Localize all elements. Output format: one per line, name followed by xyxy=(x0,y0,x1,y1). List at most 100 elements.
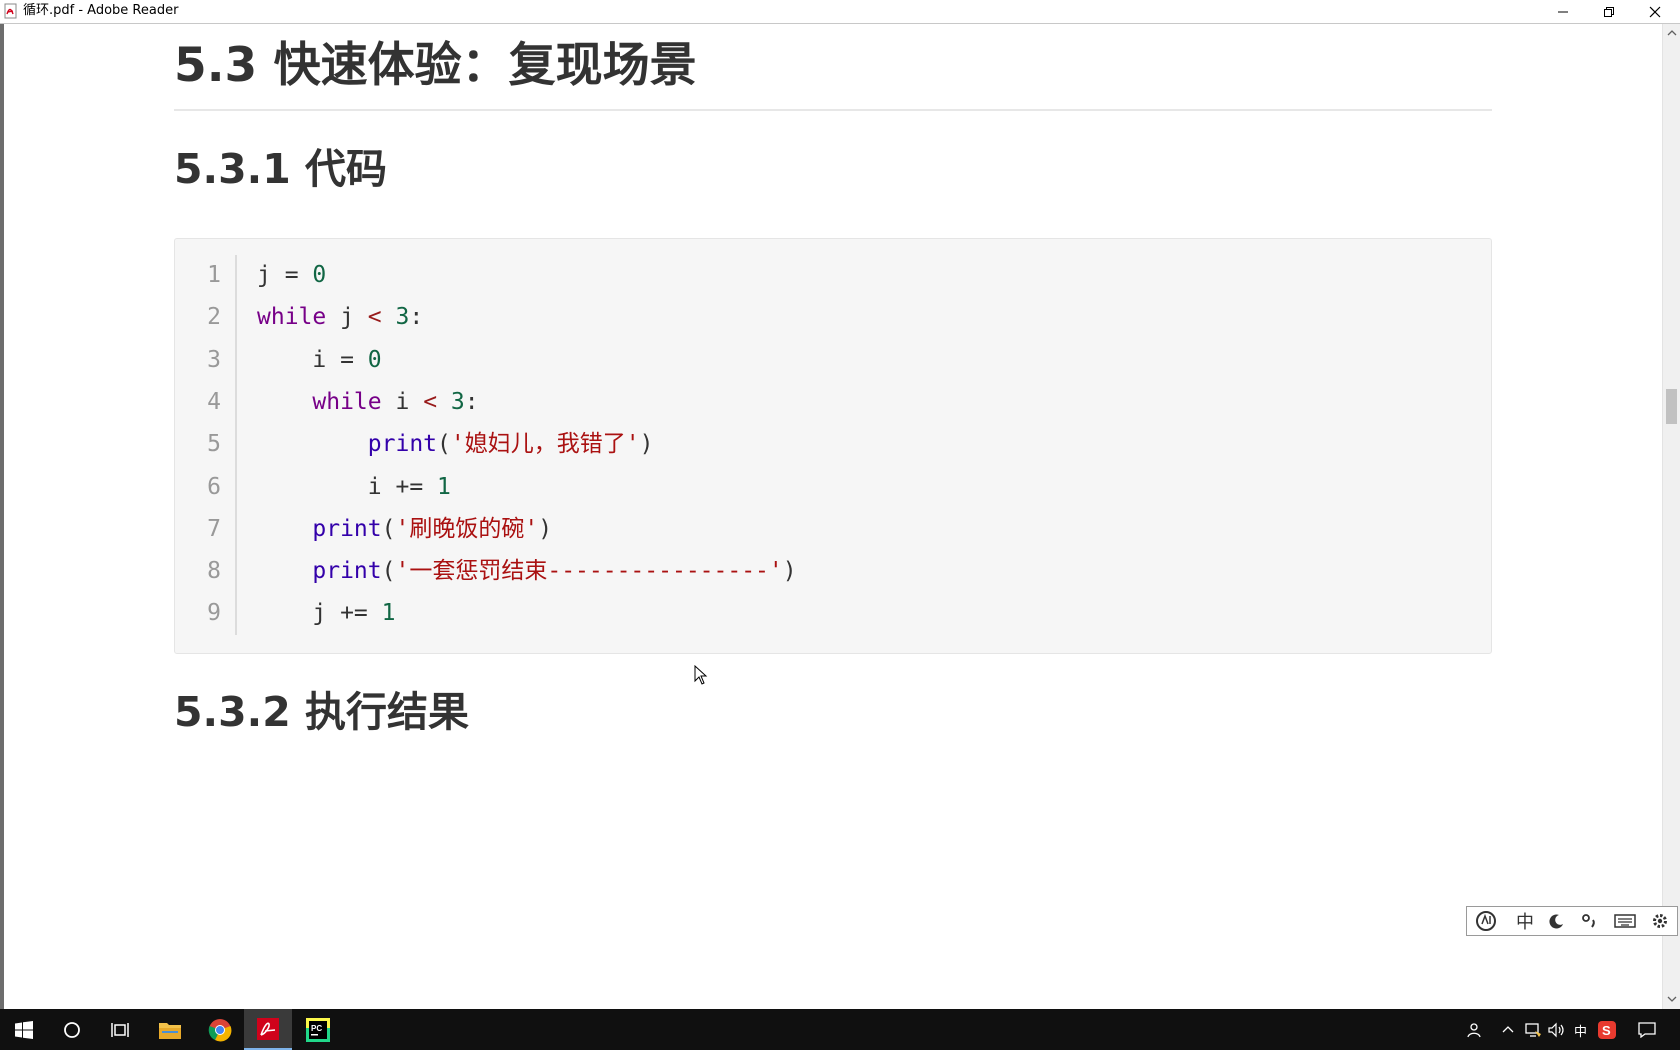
people-icon[interactable] xyxy=(1466,1022,1482,1038)
vertical-scrollbar[interactable] xyxy=(1662,24,1680,1009)
punctuation-icon[interactable] xyxy=(1581,913,1599,929)
code-token: = xyxy=(284,262,299,288)
code-token: 3 xyxy=(395,304,410,331)
code-token: while xyxy=(257,304,327,331)
task-view-button[interactable] xyxy=(96,1009,144,1050)
network-icon[interactable] xyxy=(1524,1022,1542,1038)
code-token: 0 xyxy=(367,346,382,373)
search-icon xyxy=(64,1021,80,1038)
code-token: j += xyxy=(257,600,382,627)
line-number: 4 xyxy=(207,388,221,415)
file-explorer-icon xyxy=(159,1022,181,1039)
start-icon xyxy=(15,1020,33,1039)
code-text: i += 1 xyxy=(257,466,451,508)
code-text: print('一套惩罚结束----------------') xyxy=(257,550,796,592)
code-text: j = 0 xyxy=(257,254,326,296)
mouse-cursor-icon xyxy=(694,665,708,685)
subsection-heading-result: 5.3.2 执行结果 xyxy=(174,688,470,736)
line-number: 6 xyxy=(207,473,221,500)
code-token: print xyxy=(312,558,382,585)
scroll-up-icon[interactable] xyxy=(1667,28,1677,38)
ime-mode-label[interactable]: 中 xyxy=(1516,908,1534,934)
code-token: ( xyxy=(381,558,396,585)
code-token: ( xyxy=(381,515,396,542)
code-text: print('刷晚饭的碗') xyxy=(257,508,552,550)
title-bar: 循环.pdf - Adobe Reader xyxy=(0,0,1680,24)
code-token: i = xyxy=(257,346,368,373)
code-token: < xyxy=(423,388,438,415)
subsection-heading-code: 5.3.1 代码 xyxy=(174,145,388,193)
minimize-icon xyxy=(1558,11,1568,12)
line-number: 8 xyxy=(207,558,221,585)
close-icon xyxy=(1649,6,1661,17)
code-token: j xyxy=(326,304,368,331)
tray-chevron-up-icon[interactable] xyxy=(1502,1024,1514,1034)
taskbar-pycharm[interactable]: PC xyxy=(294,1009,342,1050)
taskbar-chrome[interactable] xyxy=(196,1009,244,1050)
line-number: 3 xyxy=(207,346,221,373)
line-number: 2 xyxy=(207,304,221,331)
heading-divider xyxy=(174,109,1492,111)
search-button[interactable] xyxy=(48,1009,96,1050)
code-token: print xyxy=(312,515,382,542)
section-heading: 5.3 快速体验：复现场景 xyxy=(174,38,697,93)
code-token: i xyxy=(381,388,424,415)
pdf-document-view[interactable]: 5.3 快速体验：复现场景 5.3.1 代码 1 j = 0 2 while j < … xyxy=(0,24,1662,1009)
keyboard-icon[interactable] xyxy=(1614,914,1636,928)
code-text: while i < 3: xyxy=(257,381,479,423)
ime-toolbar[interactable]: 中 xyxy=(1466,906,1678,936)
code-text: i = 0 xyxy=(257,339,382,381)
code-token: : xyxy=(409,304,424,331)
code-token: 0 xyxy=(312,262,327,288)
code-token: '媳妇儿，我错了' xyxy=(450,431,640,458)
code-token: i += xyxy=(257,473,438,500)
close-button[interactable] xyxy=(1632,0,1678,23)
scrollbar-thumb[interactable] xyxy=(1666,389,1677,424)
code-text: while j < 3: xyxy=(257,296,423,338)
volume-icon[interactable] xyxy=(1548,1022,1566,1038)
start-button[interactable] xyxy=(0,1009,48,1050)
chrome-icon xyxy=(208,1018,232,1041)
svg-text:PC: PC xyxy=(311,1024,322,1033)
taskbar-file-explorer[interactable] xyxy=(146,1009,194,1050)
code-token: '一套惩罚结束----------------' xyxy=(395,558,783,585)
restore-icon xyxy=(1604,6,1614,17)
moon-icon[interactable] xyxy=(1549,913,1565,929)
code-token: < xyxy=(367,304,382,331)
tray-ime-label[interactable]: 中 xyxy=(1574,1021,1587,1040)
taskbar: PC 中 S xyxy=(0,1009,1680,1050)
line-number: 7 xyxy=(207,515,221,542)
notifications-icon[interactable] xyxy=(1638,1022,1656,1038)
code-token: print xyxy=(367,431,438,458)
scroll-down-icon[interactable] xyxy=(1667,994,1677,1004)
restore-button[interactable] xyxy=(1586,0,1632,23)
code-text: print('媳妇儿，我错了') xyxy=(257,423,654,465)
adobe-reader-icon xyxy=(257,1017,279,1040)
task-view-icon xyxy=(111,1022,129,1037)
pycharm-icon: PC xyxy=(306,1017,330,1042)
code-token: : xyxy=(464,388,479,415)
code-token: ) xyxy=(538,515,553,542)
taskbar-adobe-reader[interactable] xyxy=(244,1009,292,1050)
code-token: '刷晚饭的碗' xyxy=(395,515,539,542)
code-token: ) xyxy=(639,431,654,458)
sogou-ime-icon[interactable]: S xyxy=(1598,1021,1616,1039)
line-number: 5 xyxy=(207,431,221,458)
code-token: ( xyxy=(437,431,451,458)
ime-logo-icon[interactable] xyxy=(1475,910,1501,932)
pdf-file-icon xyxy=(4,3,17,19)
code-token: 1 xyxy=(437,473,451,500)
gear-icon[interactable] xyxy=(1651,912,1669,930)
window-title: 循环.pdf - Adobe Reader xyxy=(23,3,179,18)
code-gutter-divider xyxy=(235,255,237,635)
code-token: 3 xyxy=(450,388,465,415)
minimize-button[interactable] xyxy=(1540,0,1586,23)
code-token: j xyxy=(257,262,285,288)
code-token: 1 xyxy=(381,600,396,627)
